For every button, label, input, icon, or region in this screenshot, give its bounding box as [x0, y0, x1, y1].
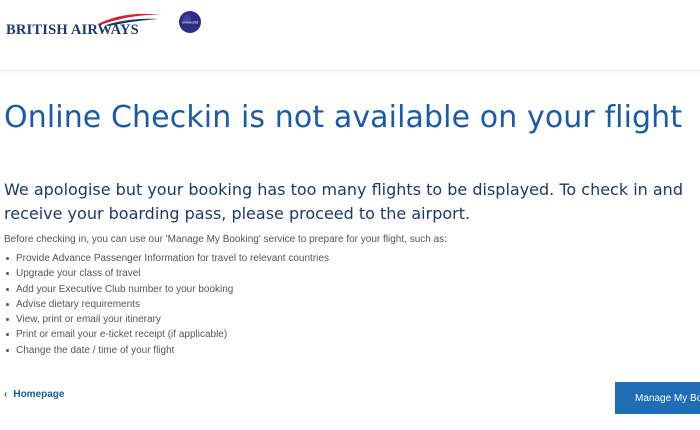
british-airways-logo[interactable]: BRITISH AIRWAYS	[6, 10, 166, 50]
chevron-left-icon: ‹	[4, 389, 8, 400]
site-header: BRITISH AIRWAYS oneworld	[0, 0, 700, 71]
list-item: Advise dietary requirements	[6, 297, 329, 312]
manage-my-booking-button[interactable]: Manage My Booking	[615, 382, 700, 414]
oneworld-logo-icon: oneworld	[179, 11, 201, 33]
brand-name: BRITISH AIRWAYS	[6, 22, 139, 38]
list-item: Change the date / time of your flight	[6, 343, 329, 358]
feature-list: Provide Advance Passenger Information fo…	[4, 251, 329, 358]
list-item: View, print or email your itinerary	[6, 312, 329, 327]
apology-message: We apologise but your booking has too ma…	[4, 180, 683, 223]
homepage-link[interactable]: ‹ Homepage	[4, 389, 64, 400]
homepage-link-label: Homepage	[13, 389, 65, 400]
list-item: Add your Executive Club number to your b…	[6, 282, 329, 297]
manage-booking-intro: Before checking in, you can use our 'Man…	[4, 234, 447, 245]
list-item: Upgrade your class of travel	[6, 266, 329, 281]
main-content: Online Checkin is not available on your …	[4, 100, 700, 356]
page-title: Online Checkin is not available on your …	[4, 100, 683, 135]
list-item: Provide Advance Passenger Information fo…	[6, 251, 329, 266]
oneworld-logo-text: oneworld	[182, 20, 198, 25]
list-item: Print or email your e-ticket receipt (if…	[6, 327, 329, 342]
